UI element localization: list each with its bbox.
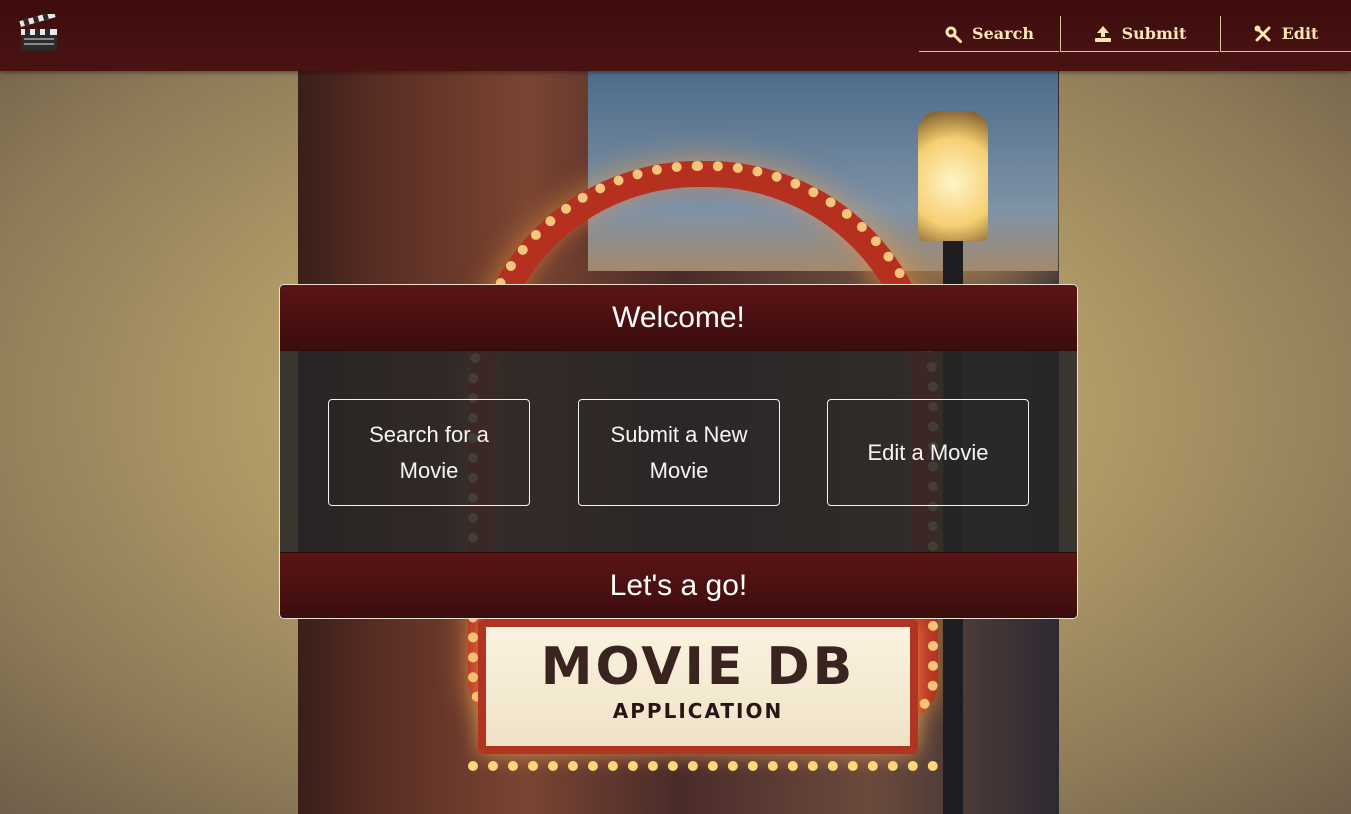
- nav-search-link[interactable]: Search: [919, 16, 1059, 52]
- search-movie-button[interactable]: Search for a Movie: [328, 399, 530, 506]
- edit-movie-button[interactable]: Edit a Movie: [827, 399, 1029, 506]
- submit-movie-button[interactable]: Submit a New Movie: [578, 399, 780, 506]
- marquee-sign: MOVIE DB APPLICATION: [478, 619, 918, 754]
- poster-subtitle: APPLICATION: [612, 699, 784, 723]
- card-footer: Let's a go!: [280, 553, 1077, 618]
- clapperboard-icon[interactable]: [18, 11, 60, 54]
- nav-edit-label: Edit: [1281, 24, 1319, 43]
- nav-submit-link[interactable]: Submit: [1060, 16, 1219, 52]
- poster-title: MOVIE DB: [540, 637, 856, 697]
- card-body: Search for a Movie Submit a New Movie Ed…: [280, 350, 1077, 553]
- tools-icon: [1254, 25, 1272, 43]
- upload-icon: [1094, 25, 1112, 43]
- nav-edit-link[interactable]: Edit: [1220, 16, 1351, 52]
- marquee-bottom-bulbs: [468, 761, 938, 775]
- nav-search-label: Search: [972, 24, 1034, 43]
- welcome-card: Welcome! Search for a Movie Submit a New…: [279, 284, 1078, 619]
- search-icon: [944, 25, 963, 43]
- nav-submit-label: Submit: [1121, 24, 1187, 43]
- street-lamp: [918, 111, 988, 241]
- top-navbar: Search Submit Edit: [0, 0, 1351, 71]
- card-header: Welcome!: [280, 285, 1077, 350]
